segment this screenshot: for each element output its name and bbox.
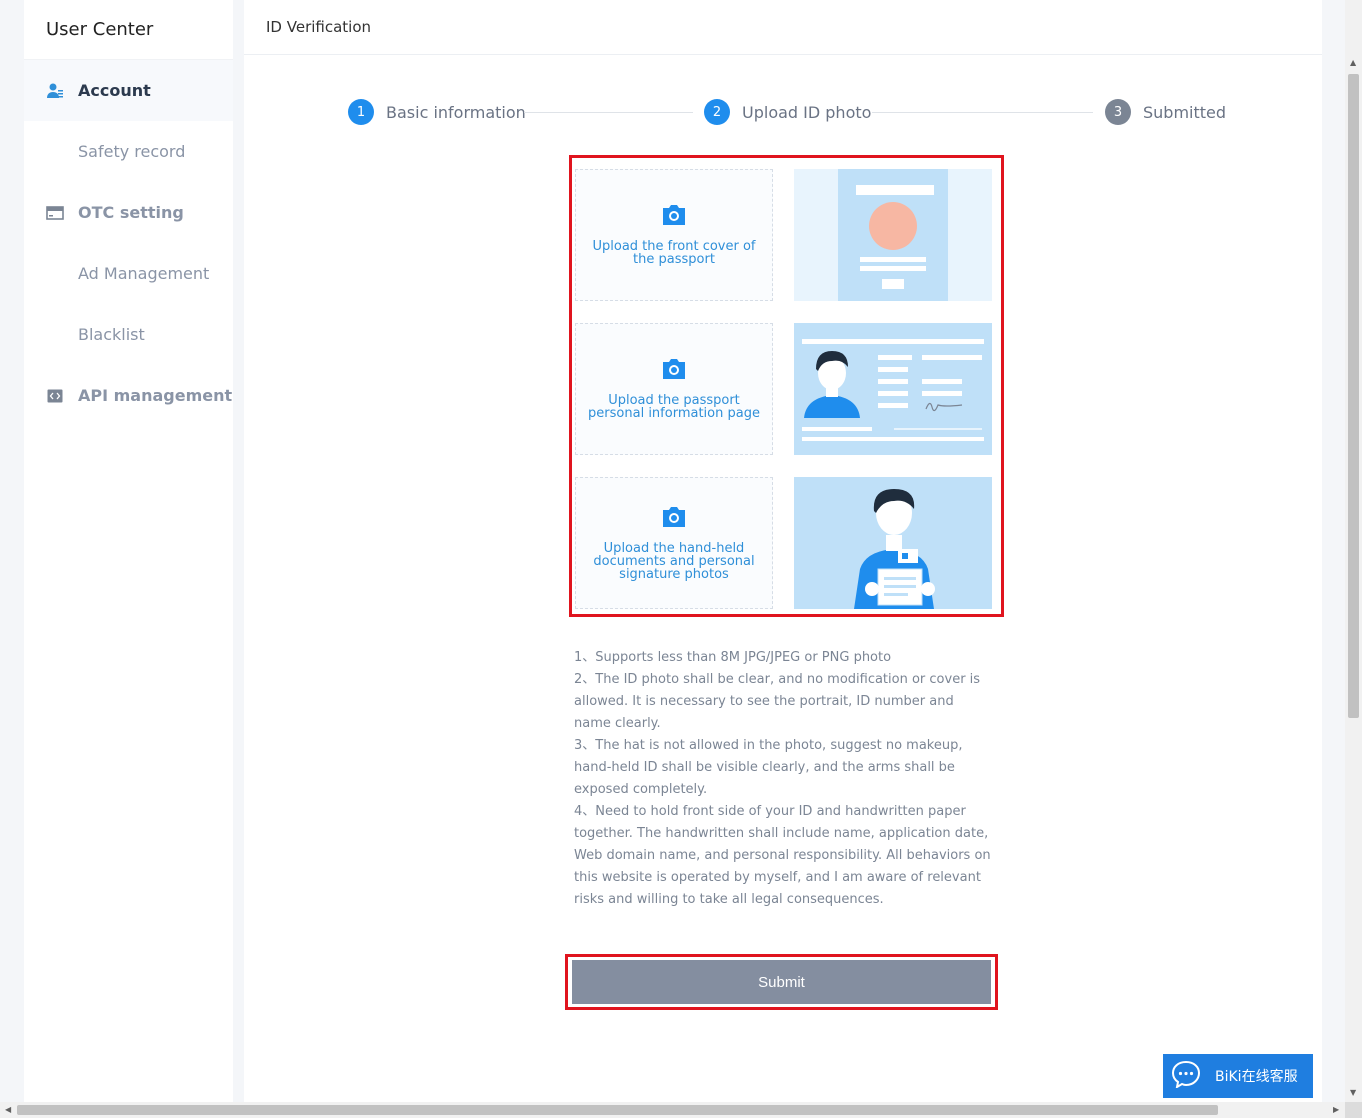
customer-service-chat-button[interactable]: BiKi在线客服 [1163,1054,1313,1098]
upload-label: Upload the passport personal information… [588,393,760,421]
sidebar-title: User Center [24,0,233,60]
code-icon [46,387,64,405]
sidebar-item-label: Blacklist [78,325,145,344]
upload-requirements: 1、Supports less than 8M JPG/JPEG or PNG … [574,647,994,911]
sample-handheld-image [794,477,992,609]
chat-bubble-icon [1171,1060,1201,1092]
user-icon [46,82,64,100]
chat-label: BiKi在线客服 [1215,1069,1298,1085]
scroll-right-icon[interactable]: ▶ [1333,1105,1339,1114]
requirement-item: 3、The hat is not allowed in the photo, s… [574,738,963,797]
step-label: Submitted [1143,102,1227,122]
upload-handheld-photo-button[interactable]: Upload the hand-held documents and perso… [575,477,773,609]
upload-row-passport-info: Upload the passport personal information… [575,323,995,455]
scroll-up-icon[interactable]: ▲ [1350,58,1356,67]
progress-steps: 1 Basic information 2 Upload ID photo 3 … [244,99,1322,127]
camera-icon [660,358,688,384]
step-number: 2 [704,99,730,125]
camera-icon [660,506,688,532]
upload-passport-info-button[interactable]: Upload the passport personal information… [575,323,773,455]
scrollbar-corner [1345,1102,1362,1118]
upload-section: Upload the front cover of the passport U… [569,155,1004,617]
scroll-down-icon[interactable]: ▼ [1350,1088,1356,1097]
sidebar-item-blacklist[interactable]: Blacklist [24,304,233,365]
sidebar-item-label: Account [78,81,151,100]
vertical-scroll-thumb[interactable] [1348,74,1359,718]
main-panel: ID Verification 1 Basic information 2 Up… [244,0,1322,1102]
sidebar-item-otc-setting[interactable]: OTC setting [24,182,233,243]
submit-highlight: Submit [565,954,998,1010]
requirement-item: 4、Need to hold front side of your ID and… [574,804,991,907]
submit-button[interactable]: Submit [572,960,991,1004]
sidebar-item-safety-record[interactable]: Safety record [24,121,233,182]
sidebar-item-label: Ad Management [78,264,210,283]
step-label: Basic information [386,102,526,122]
upload-label: Upload the hand-held documents and perso… [593,540,755,582]
step-label: Upload ID photo [742,102,872,122]
step-number: 3 [1105,99,1131,125]
card-icon [46,204,64,222]
sidebar: User Center Account Safety record OTC se… [24,0,233,1102]
camera-icon [660,204,688,230]
vertical-scrollbar[interactable]: ▲ ▼ [1345,0,1362,1102]
sidebar-item-api-management[interactable]: API management [24,365,233,426]
sidebar-item-label: API management [78,386,233,405]
sidebar-item-ad-management[interactable]: Ad Management [24,243,233,304]
horizontal-scrollbar[interactable]: ◀ ▶ [0,1102,1345,1118]
step-connector [524,112,693,113]
upload-label: Upload the front cover of the passport [592,239,756,267]
sidebar-item-label: Safety record [78,142,186,161]
page-title: ID Verification [244,0,1322,55]
upload-row-passport-cover: Upload the front cover of the passport [575,169,995,301]
step-connector [872,112,1093,113]
requirement-item: 2、The ID photo shall be clear, and no mo… [574,672,981,731]
sample-passport-cover-image [794,169,992,301]
upload-passport-cover-button[interactable]: Upload the front cover of the passport [575,169,773,301]
sidebar-item-account[interactable]: Account [24,60,233,121]
horizontal-scroll-thumb[interactable] [17,1105,1218,1115]
step-upload-id-photo: 2 Upload ID photo [704,99,871,125]
sidebar-item-label: OTC setting [78,203,184,222]
upload-row-handheld: Upload the hand-held documents and perso… [575,477,995,609]
step-basic-information: 1 Basic information [348,99,526,125]
step-number: 1 [348,99,374,125]
requirement-item: 1、Supports less than 8M JPG/JPEG or PNG … [574,650,892,665]
step-submitted: 3 Submitted [1105,99,1226,125]
sample-passport-info-image [794,323,992,455]
scroll-left-icon[interactable]: ◀ [5,1105,11,1114]
